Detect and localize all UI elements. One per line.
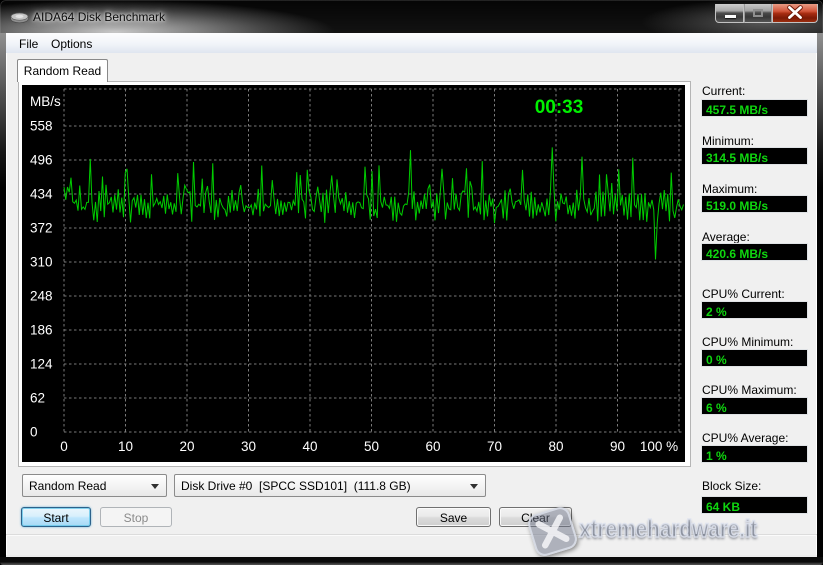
svg-text:248: 248 xyxy=(30,289,53,304)
svg-text:80: 80 xyxy=(548,439,563,454)
svg-text:30: 30 xyxy=(241,439,256,454)
svg-text:70: 70 xyxy=(487,439,502,454)
svg-text:0: 0 xyxy=(30,425,38,440)
svg-text:62: 62 xyxy=(30,391,45,406)
svg-text:186: 186 xyxy=(30,323,53,338)
svg-text:00:33: 00:33 xyxy=(535,97,584,118)
svg-text:60: 60 xyxy=(425,439,440,454)
svg-text:310: 310 xyxy=(30,255,53,270)
svg-text:372: 372 xyxy=(30,221,53,236)
svg-text:MB/s: MB/s xyxy=(30,94,61,109)
svg-text:10: 10 xyxy=(118,439,133,454)
svg-text:496: 496 xyxy=(30,153,53,168)
svg-text:20: 20 xyxy=(179,439,194,454)
svg-text:434: 434 xyxy=(30,187,53,202)
svg-text:124: 124 xyxy=(30,357,53,372)
svg-text:90: 90 xyxy=(610,439,625,454)
svg-text:50: 50 xyxy=(364,439,379,454)
svg-text:558: 558 xyxy=(30,119,53,134)
svg-text:40: 40 xyxy=(302,439,317,454)
svg-text:0: 0 xyxy=(60,439,68,454)
svg-text:100 %: 100 % xyxy=(640,439,678,454)
